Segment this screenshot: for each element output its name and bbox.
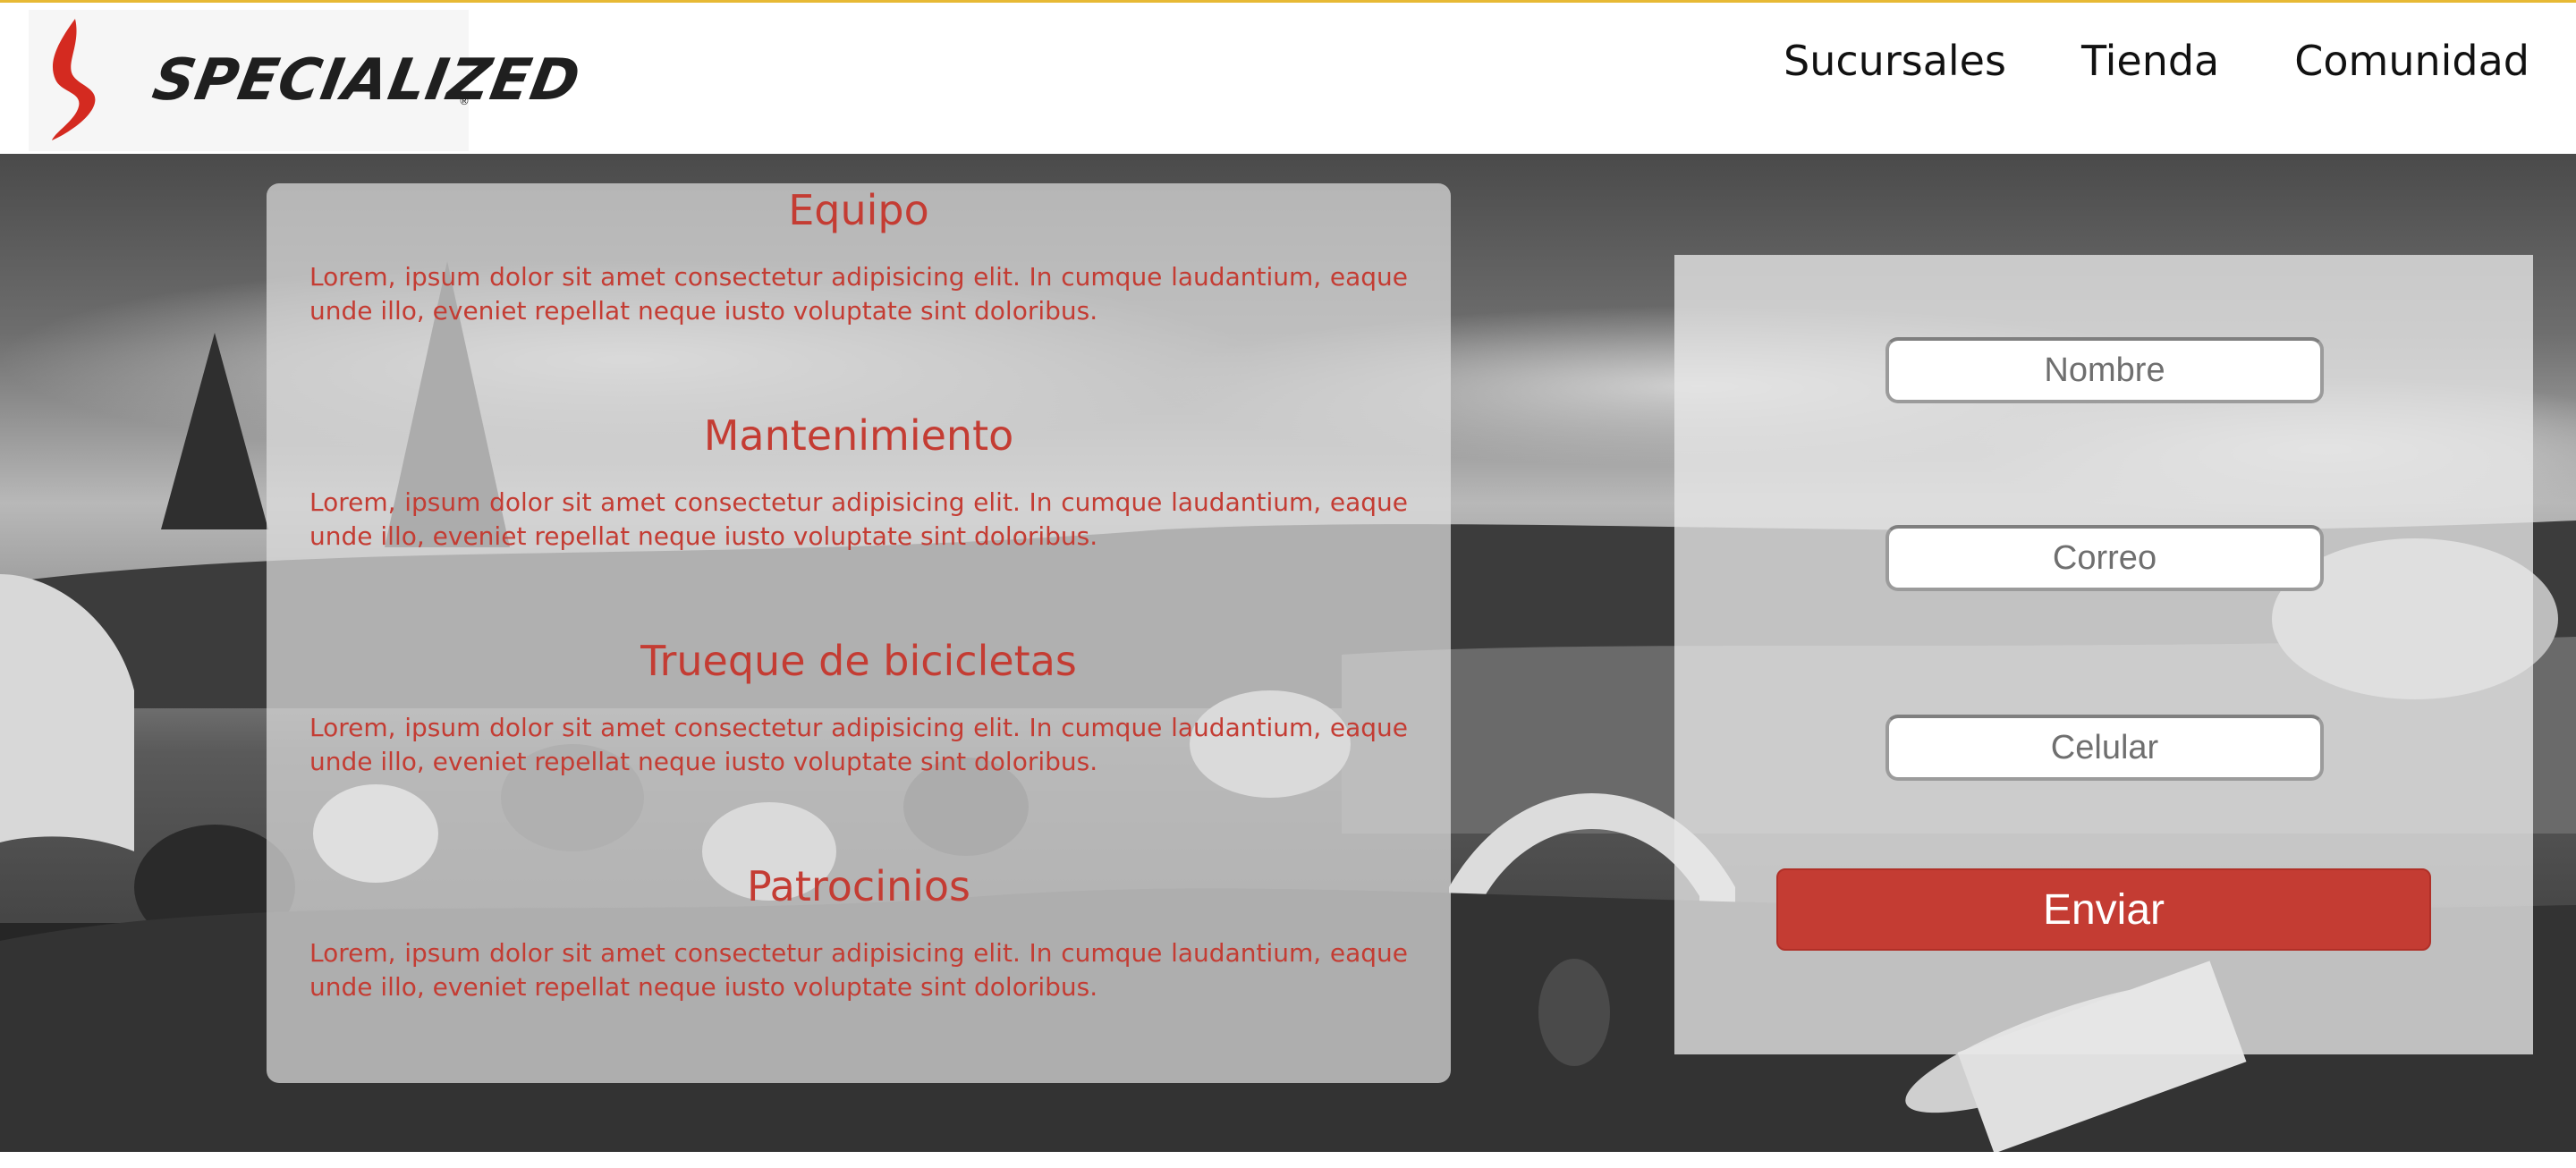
brand-logo[interactable]: SPECIALIZED ® <box>29 10 585 151</box>
nav-link-comunidad[interactable]: Comunidad <box>2294 30 2529 92</box>
email-field[interactable] <box>1885 525 2324 591</box>
section-title: Patrocinios <box>746 862 971 910</box>
section-title: Mantenimiento <box>703 411 1014 460</box>
name-field[interactable] <box>1885 337 2324 403</box>
section-text: Lorem, ipsum dolor sit amet consectetur … <box>309 713 1408 776</box>
section-title: Equipo <box>788 186 929 234</box>
section-title: Trueque de bicicletas <box>640 637 1077 685</box>
brand-wordmark: SPECIALIZED <box>148 47 586 114</box>
section-text: Lorem, ipsum dolor sit amet consectetur … <box>309 262 1408 326</box>
site-header: SPECIALIZED ® Sucursales Tienda Comunida… <box>0 0 2576 154</box>
main-nav: Sucursales Tienda Comunidad <box>1708 30 2529 92</box>
specialized-s-logo-icon <box>52 19 96 140</box>
section-text: Lorem, ipsum dolor sit amet consectetur … <box>309 938 1408 1002</box>
phone-field[interactable] <box>1885 715 2324 781</box>
section-patrocinios: Patrocinios Lorem, ipsum dolor sit amet … <box>309 859 1408 1004</box>
section-text: Lorem, ipsum dolor sit amet consectetur … <box>309 487 1408 551</box>
registered-mark: ® <box>459 95 470 107</box>
section-equipo: Equipo Lorem, ipsum dolor sit amet conse… <box>309 183 1408 328</box>
contact-form: Enviar <box>1674 255 2533 1054</box>
hero-background: Equipo Lorem, ipsum dolor sit amet conse… <box>0 154 2576 1152</box>
page: SPECIALIZED ® Sucursales Tienda Comunida… <box>0 0 2576 1168</box>
info-panel: Equipo Lorem, ipsum dolor sit amet conse… <box>267 183 1451 1083</box>
section-trueque: Trueque de bicicletas Lorem, ipsum dolor… <box>309 634 1408 779</box>
submit-button[interactable]: Enviar <box>1776 868 2431 951</box>
nav-link-sucursales[interactable]: Sucursales <box>1784 30 2006 92</box>
section-mantenimiento: Mantenimiento Lorem, ipsum dolor sit ame… <box>309 409 1408 554</box>
nav-link-tienda[interactable]: Tienda <box>2081 30 2219 92</box>
page-bottom-strip <box>0 1152 2576 1168</box>
